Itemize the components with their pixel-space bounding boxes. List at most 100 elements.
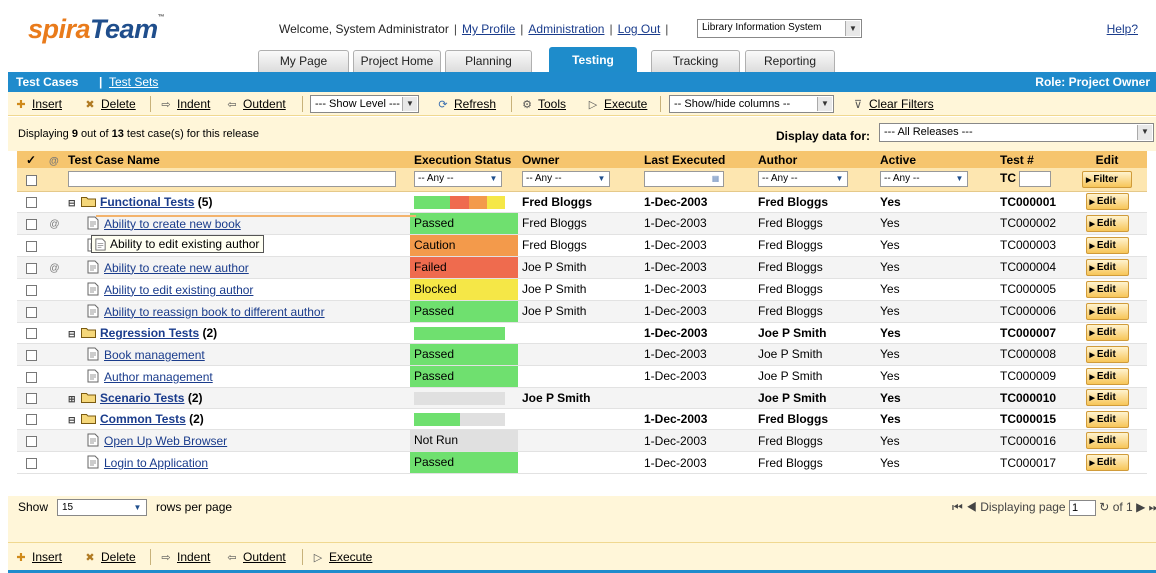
- insert-button[interactable]: ✚ Insert: [14, 92, 62, 117]
- folder-row[interactable]: ⊟ Common Tests (2) 1-Dec-2003 Fred Bloggs Ye…: [17, 408, 1147, 431]
- delete-button-bottom[interactable]: ✖ Delete: [83, 543, 135, 572]
- table-row[interactable]: Author management Passed 1-Dec-2003 Joe P S…: [17, 365, 1147, 388]
- select-all-header[interactable]: ✓: [17, 151, 45, 168]
- tab-planning[interactable]: Planning: [445, 50, 532, 72]
- folder-name-link[interactable]: Common Tests: [100, 412, 186, 426]
- edit-button[interactable]: ▶ Edit: [1085, 193, 1129, 211]
- tab-my-page[interactable]: My Page: [258, 50, 349, 72]
- test-num-filter-input[interactable]: [1019, 171, 1052, 188]
- outdent-button-bottom[interactable]: ⇦ Outdent: [225, 543, 285, 572]
- folder-row[interactable]: ⊟ Regression Tests (2) 1-Dec-2003 Joe P Smi…: [17, 322, 1147, 344]
- row-checkbox[interactable]: [25, 349, 37, 361]
- collapse-icon[interactable]: ⊟: [68, 329, 78, 340]
- test-case-name-link[interactable]: Login to Application: [104, 456, 208, 470]
- table-row[interactable]: Ability to reassign book to different au…: [17, 300, 1147, 323]
- rows-per-page-select[interactable]: 15 ▼: [57, 499, 147, 516]
- row-checkbox[interactable]: [25, 328, 37, 340]
- delete-button[interactable]: ✖ Delete: [83, 92, 135, 117]
- row-checkbox[interactable]: [25, 262, 37, 274]
- subnav-test-sets[interactable]: Test Sets: [109, 72, 158, 92]
- table-row[interactable]: Book management Passed 1-Dec-2003 Joe P Smi…: [17, 343, 1147, 366]
- show-level-select[interactable]: --- Show Level --- ▼: [310, 95, 419, 113]
- folder-row[interactable]: ⊞ Scenario Tests (2) Joe P Smith Joe P Smit…: [17, 387, 1147, 410]
- test-case-name-link[interactable]: Ability to create new book: [104, 217, 241, 231]
- author-filter-select[interactable]: -- Any -- ▼: [758, 171, 848, 188]
- row-checkbox[interactable]: [25, 284, 37, 296]
- tools-button[interactable]: ⚙ Tools: [520, 92, 566, 117]
- spirateam-logo[interactable]: spiraTeam™: [28, 14, 165, 45]
- refresh-button[interactable]: ⟳ Refresh: [436, 92, 496, 117]
- last-executed-filter-input[interactable]: ▦: [644, 171, 724, 188]
- project-select[interactable]: Library Information System ▼: [697, 19, 862, 38]
- help-link[interactable]: Help?: [1107, 22, 1138, 36]
- tab-project-home[interactable]: Project Home: [353, 50, 441, 72]
- insert-button-bottom[interactable]: ✚ Insert: [14, 543, 62, 572]
- tab-tracking[interactable]: Tracking: [651, 50, 740, 72]
- test-case-name-link[interactable]: Ability to create new author: [104, 261, 249, 275]
- row-checkbox[interactable]: [25, 414, 37, 426]
- active-filter-select[interactable]: -- Any -- ▼: [880, 171, 968, 188]
- select-all-checkbox[interactable]: [25, 174, 37, 186]
- table-row[interactable]: Login to Application Passed 1-Dec-2003 Fred…: [17, 451, 1147, 475]
- go-page-icon[interactable]: ↻: [1099, 500, 1109, 514]
- col-execution-status[interactable]: Execution Status: [410, 151, 518, 168]
- row-checkbox[interactable]: [25, 393, 37, 405]
- col-test-num[interactable]: Test #: [996, 151, 1067, 168]
- col-test-case-name[interactable]: Test Case Name: [64, 151, 410, 168]
- page-number-input[interactable]: 1: [1068, 500, 1096, 516]
- edit-button[interactable]: ▶ Edit: [1085, 258, 1129, 276]
- col-last-executed[interactable]: Last Executed: [640, 151, 754, 168]
- indent-button[interactable]: ⇨ Indent: [159, 92, 210, 117]
- edit-button[interactable]: ▶ Edit: [1085, 324, 1129, 342]
- log-out-link[interactable]: Log Out: [618, 22, 661, 36]
- edit-button[interactable]: ▶ Edit: [1085, 302, 1129, 320]
- row-checkbox[interactable]: [25, 371, 37, 383]
- administration-link[interactable]: Administration: [528, 22, 604, 36]
- expand-icon[interactable]: ⊞: [68, 394, 78, 405]
- prev-page-icon[interactable]: ◀: [966, 500, 977, 514]
- edit-button[interactable]: ▶ Edit: [1085, 410, 1129, 428]
- folder-name-link[interactable]: Scenario Tests: [100, 391, 184, 405]
- edit-button[interactable]: ▶ Edit: [1085, 280, 1129, 298]
- table-row[interactable]: Open Up Web Browser Not Run 1-Dec-2003 Fred…: [17, 429, 1147, 453]
- row-checkbox[interactable]: [25, 240, 37, 252]
- test-case-name-link[interactable]: Author management: [104, 370, 213, 384]
- tab-reporting[interactable]: Reporting: [745, 50, 835, 72]
- folder-name-link[interactable]: Functional Tests: [100, 195, 194, 209]
- edit-button[interactable]: ▶ Edit: [1085, 454, 1129, 472]
- edit-button[interactable]: ▶ Edit: [1085, 214, 1129, 232]
- edit-button[interactable]: ▶ Edit: [1085, 236, 1129, 254]
- outdent-button[interactable]: ⇦ Outdent: [225, 92, 285, 117]
- release-select[interactable]: --- All Releases --- ▼: [879, 123, 1154, 142]
- filter-button[interactable]: ▶ Filter: [1082, 170, 1132, 188]
- edit-button[interactable]: ▶ Edit: [1085, 389, 1129, 407]
- last-page-icon[interactable]: ⏭: [1149, 500, 1156, 514]
- calendar-icon[interactable]: ▦: [709, 173, 722, 186]
- col-active[interactable]: Active: [876, 151, 996, 168]
- test-case-name-link[interactable]: Book management: [104, 348, 205, 362]
- execute-button[interactable]: ▷ Execute: [586, 92, 648, 117]
- folder-row[interactable]: ⊟ Functional Tests (5) Fred Bloggs 1-Dec-20…: [17, 191, 1147, 213]
- tab-testing[interactable]: Testing: [549, 47, 637, 72]
- col-author[interactable]: Author: [754, 151, 876, 168]
- clear-filters-button[interactable]: ⊽ Clear Filters: [851, 92, 934, 117]
- paperclip-icon[interactable]: @: [49, 263, 59, 274]
- row-checkbox[interactable]: [25, 196, 37, 208]
- subnav-test-cases[interactable]: Test Cases: [16, 72, 78, 92]
- row-checkbox[interactable]: [25, 218, 37, 230]
- collapse-icon[interactable]: ⊟: [68, 198, 78, 209]
- row-checkbox[interactable]: [25, 458, 37, 470]
- edit-button[interactable]: ▶ Edit: [1085, 432, 1129, 450]
- row-checkbox[interactable]: [25, 436, 37, 448]
- folder-name-link[interactable]: Regression Tests: [100, 326, 199, 340]
- paperclip-icon[interactable]: @: [49, 219, 59, 230]
- status-filter-select[interactable]: -- Any -- ▼: [414, 171, 502, 188]
- edit-button[interactable]: ▶ Edit: [1085, 345, 1129, 363]
- edit-button[interactable]: ▶ Edit: [1085, 367, 1129, 385]
- indent-button-bottom[interactable]: ⇨ Indent: [159, 543, 210, 572]
- owner-filter-select[interactable]: -- Any -- ▼: [522, 171, 610, 188]
- show-hide-columns-select[interactable]: -- Show/hide columns -- ▼: [669, 95, 834, 113]
- col-owner[interactable]: Owner: [518, 151, 640, 168]
- test-case-name-link[interactable]: Open Up Web Browser: [104, 434, 227, 448]
- table-row[interactable]: Ability to edit existing author Blocked Jo…: [17, 278, 1147, 301]
